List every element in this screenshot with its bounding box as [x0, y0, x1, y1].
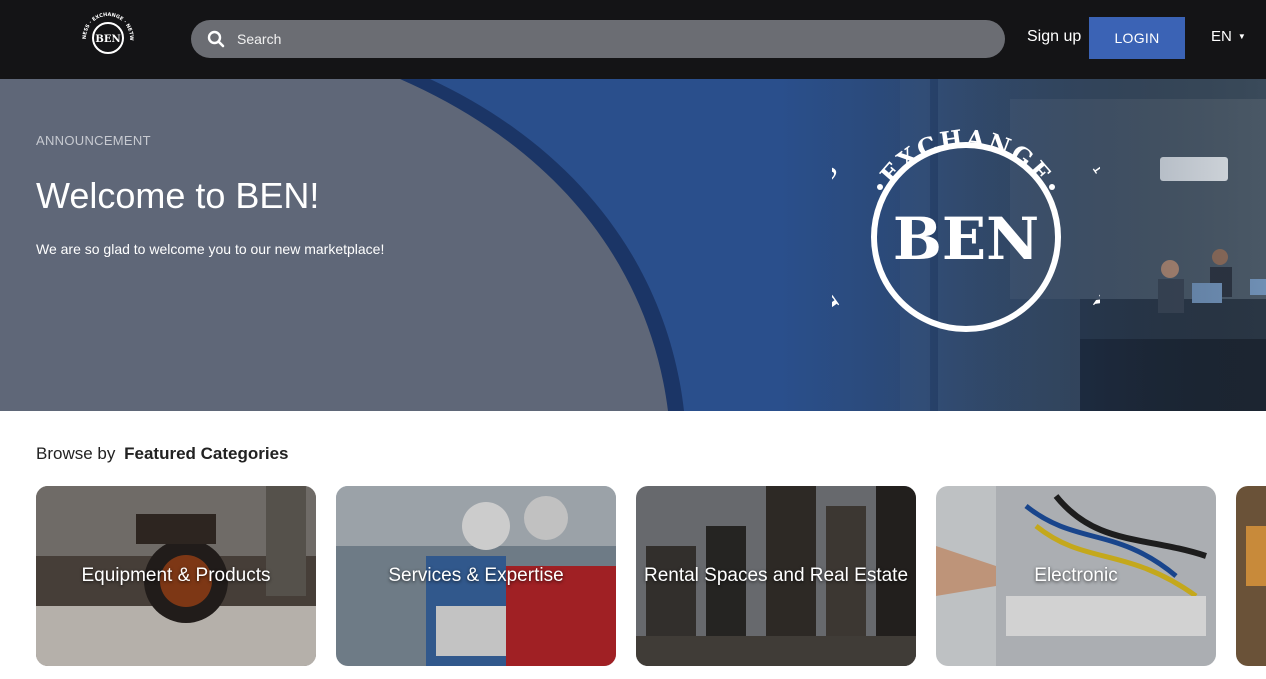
- svg-text:BUSINESS: BUSINESS: [832, 157, 845, 317]
- browse-heading: Browse by Featured Categories: [36, 444, 289, 464]
- browse-prefix: Browse by: [36, 444, 116, 463]
- caret-down-icon: ▼: [1237, 32, 1246, 41]
- category-label: Equipment & Products: [81, 565, 271, 586]
- ben-logo-icon: BEN BUSINESS · EXCHANGE · NETWORK: [78, 8, 134, 54]
- language-selector[interactable]: EN ▼: [1211, 28, 1246, 45]
- search-input[interactable]: [237, 31, 937, 47]
- category-card-electronic[interactable]: Electronic: [936, 486, 1216, 666]
- hero-subtitle: We are so glad to welcome you to our new…: [36, 241, 385, 257]
- category-card-rental[interactable]: Rental Spaces and Real Estate: [636, 486, 916, 666]
- ben-logo[interactable]: BEN BUSINESS · EXCHANGE · NETWORK: [78, 8, 136, 64]
- category-label: Electronic: [1034, 565, 1118, 586]
- announcement-eyebrow: ANNOUNCEMENT: [36, 133, 151, 148]
- top-navigation-bar: BEN BUSINESS · EXCHANGE · NETWORK Sign u…: [0, 0, 1266, 79]
- category-card-equipment[interactable]: Equipment & Products: [36, 486, 316, 666]
- login-button[interactable]: LOGIN: [1089, 17, 1185, 59]
- logo-text: BEN: [95, 34, 120, 45]
- search-icon: [207, 30, 225, 48]
- seal-ring-left: BUSINESS: [832, 157, 843, 317]
- category-label: Services & Expertise: [388, 565, 564, 586]
- hero-title: Welcome to BEN!: [36, 175, 320, 216]
- partial-card-photo: [1236, 486, 1266, 666]
- category-label: Rental Spaces and Real Estate: [643, 565, 909, 586]
- category-card-next-partial[interactable]: [1236, 486, 1266, 666]
- category-carousel: Equipment & Products Services & Expertis…: [36, 486, 1266, 666]
- seal-ring-top: EXCHANGE: [874, 123, 1056, 189]
- featured-categories-title: Featured Categories: [124, 444, 289, 463]
- category-card-services[interactable]: Services & Expertise: [336, 486, 616, 666]
- signup-link[interactable]: Sign up: [1027, 28, 1081, 46]
- language-label: EN: [1211, 28, 1232, 45]
- search-bar[interactable]: [191, 20, 1005, 58]
- ben-seal-logo: BEN EXCHANGE BUSINESS NETWORK: [832, 123, 1100, 332]
- svg-text:NETWORK: NETWORK: [1087, 157, 1100, 317]
- announcement-banner: ANNOUNCEMENT Welcome to BEN! We are so g…: [0, 79, 1266, 411]
- seal-ring-right: NETWORK: [1087, 157, 1100, 317]
- svg-text:EXCHANGE: EXCHANGE: [874, 123, 1058, 189]
- seal-center-text: BEN: [893, 205, 1039, 273]
